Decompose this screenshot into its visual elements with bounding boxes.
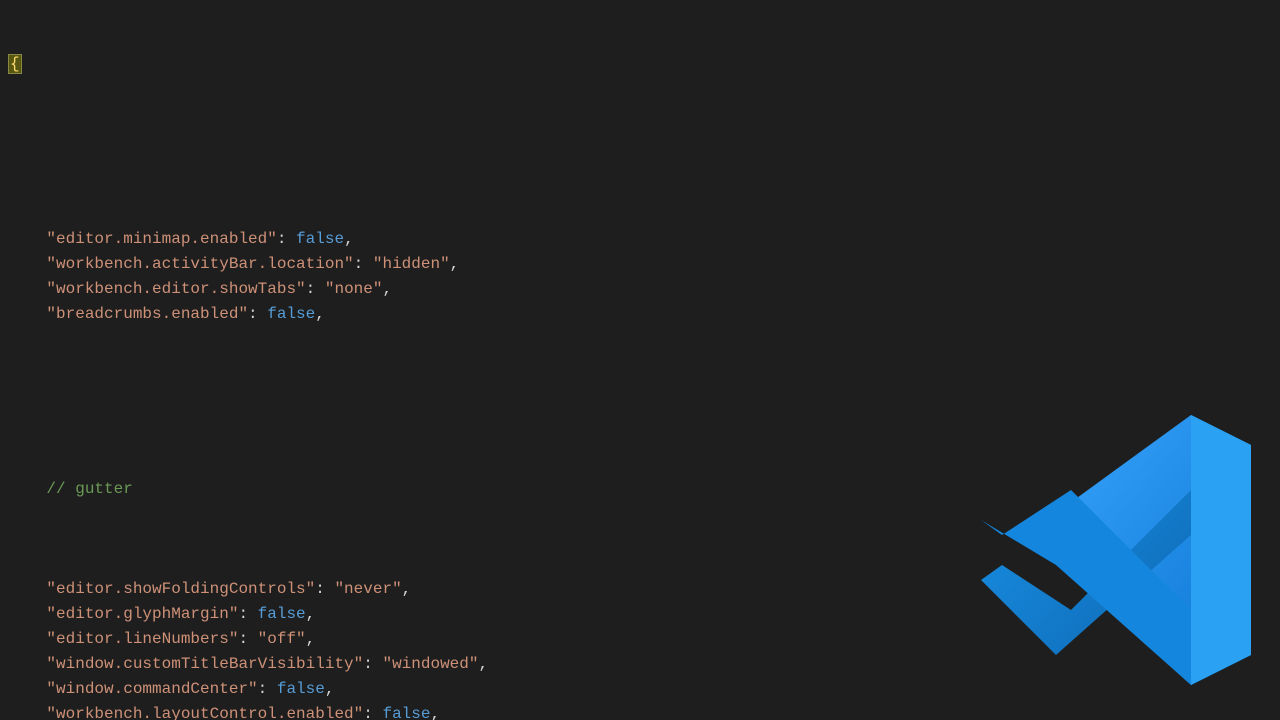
setting-line: "editor.lineNumbers": "off", (8, 627, 1280, 652)
setting-key: "breadcrumbs.enabled" (46, 305, 248, 323)
setting-line: "workbench.editor.showTabs": "none", (8, 277, 1280, 302)
setting-key: "editor.lineNumbers" (46, 630, 238, 648)
code-editor[interactable]: { "editor.minimap.enabled": false, "work… (0, 0, 1280, 720)
setting-line: "window.commandCenter": false, (8, 677, 1280, 702)
setting-value: false (382, 705, 430, 720)
setting-value: "off" (258, 630, 306, 648)
setting-key: "editor.minimap.enabled" (46, 230, 276, 248)
comment-gutter: // gutter (8, 477, 1280, 502)
setting-value: "never" (334, 580, 401, 598)
setting-value: "none" (325, 280, 383, 298)
setting-key: "workbench.layoutControl.enabled" (46, 705, 363, 720)
setting-value: false (258, 605, 306, 623)
setting-line: "editor.glyphMargin": false, (8, 602, 1280, 627)
setting-value: false (296, 230, 344, 248)
blank-line (8, 127, 1280, 152)
blank-line (8, 402, 1280, 427)
setting-line: "workbench.activityBar.location": "hidde… (8, 252, 1280, 277)
setting-value: "windowed" (382, 655, 478, 673)
setting-line: "workbench.layoutControl.enabled": false… (8, 702, 1280, 720)
setting-value: "hidden" (373, 255, 450, 273)
setting-value: false (277, 680, 325, 698)
setting-line: "editor.showFoldingControls": "never", (8, 577, 1280, 602)
setting-key: "editor.glyphMargin" (46, 605, 238, 623)
setting-key: "window.customTitleBarVisibility" (46, 655, 363, 673)
setting-line: "window.customTitleBarVisibility": "wind… (8, 652, 1280, 677)
setting-key: "window.commandCenter" (46, 680, 257, 698)
setting-key: "workbench.activityBar.location" (46, 255, 353, 273)
setting-key: "workbench.editor.showTabs" (46, 280, 305, 298)
setting-value: false (267, 305, 315, 323)
setting-line: "editor.minimap.enabled": false, (8, 227, 1280, 252)
brace-open: { (8, 52, 1280, 77)
setting-key: "editor.showFoldingControls" (46, 580, 315, 598)
setting-line: "breadcrumbs.enabled": false, (8, 302, 1280, 327)
